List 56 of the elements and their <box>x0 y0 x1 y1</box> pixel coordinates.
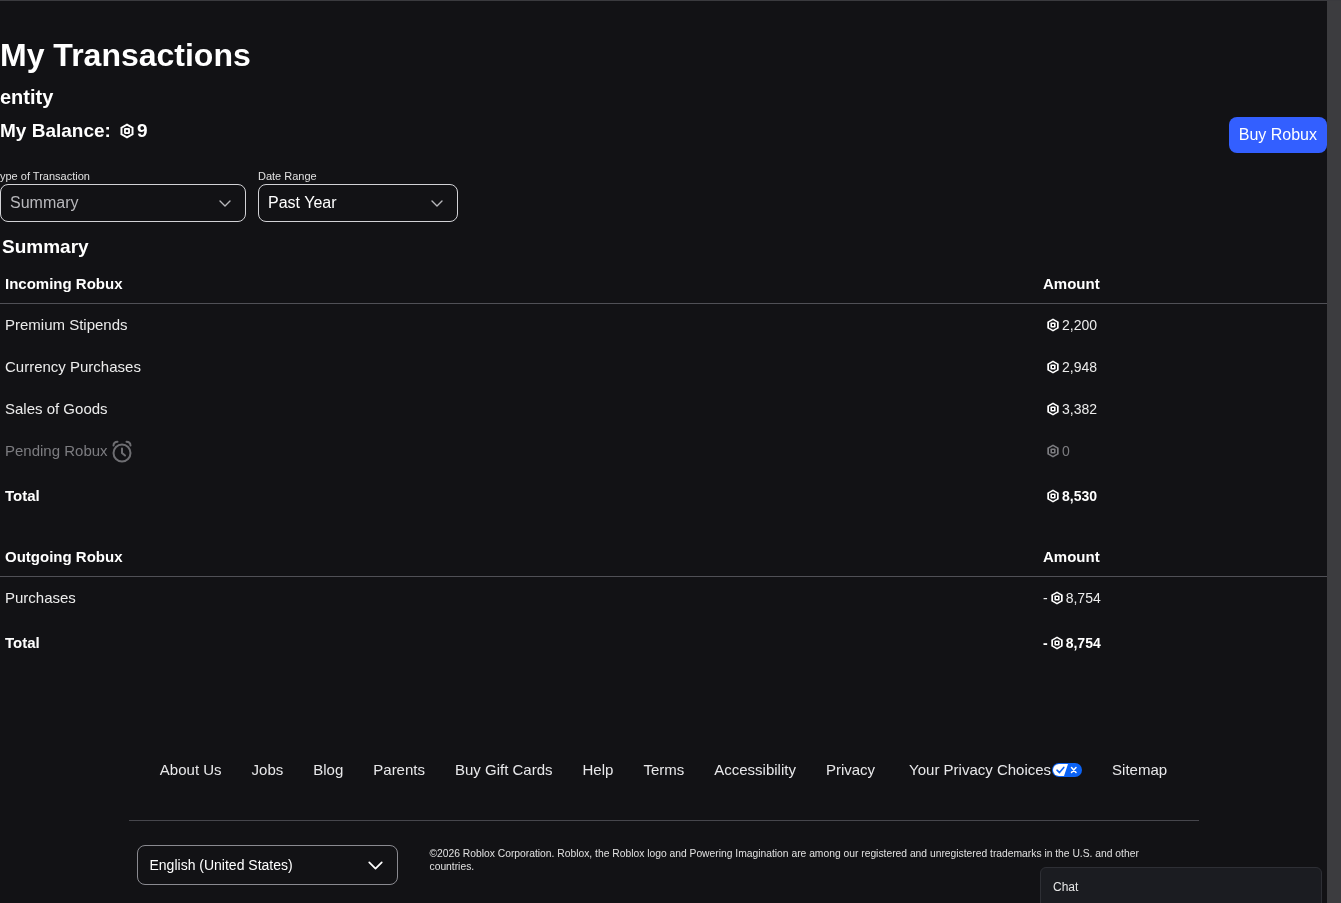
amount-value: 3,382 <box>1062 399 1098 419</box>
field-label: ype of Transaction <box>0 169 91 183</box>
scrollbar[interactable] <box>1327 1 1341 903</box>
hexagon-coin-icon <box>1046 489 1060 503</box>
footer-link[interactable]: Terms <box>643 758 685 782</box>
balance-amount: 9 <box>136 119 148 143</box>
footer-link[interactable]: Buy Gift Cards <box>455 758 553 782</box>
column-header: Outgoing Robux <box>5 548 123 566</box>
footer-link[interactable]: Help <box>582 758 614 782</box>
hexagon-coin-icon <box>1046 318 1060 332</box>
amount-value: 8,754 <box>1065 588 1101 608</box>
chevron-icon <box>367 860 383 870</box>
language-dropdown[interactable]: English (United States) <box>136 845 398 885</box>
column-header: Amount <box>1043 548 1100 566</box>
footer-link[interactable]: About Us <box>159 758 222 782</box>
total-amount: 8,530 <box>1062 486 1098 506</box>
total-label: Total <box>5 632 40 653</box>
page-title: My Transactions <box>0 36 252 75</box>
hexagon-coin-icon <box>1049 591 1064 605</box>
amount-sign: - <box>1043 633 1048 653</box>
column-header: Incoming Robux <box>5 275 123 293</box>
balance-label: My Balance: <box>0 119 111 143</box>
amount-sign: - <box>1043 588 1048 608</box>
hexagon-coin-icon <box>1046 402 1060 416</box>
chevron-icon <box>219 199 231 207</box>
chat-bar[interactable]: Chat <box>1040 867 1322 903</box>
hexagon-coin-icon <box>1049 636 1064 650</box>
footer-link[interactable]: Parents <box>373 758 425 782</box>
footer-link[interactable]: Privacy <box>825 758 876 782</box>
hexagon-coin-icon <box>1046 444 1060 458</box>
row-label: Pending Robux <box>5 440 108 461</box>
alarm-clock-icon <box>110 439 133 463</box>
hexagon-coin-icon <box>118 123 135 139</box>
row-label: Sales of Goods <box>5 398 108 419</box>
section-heading: entity <box>0 85 55 109</box>
row-label: Premium Stipends <box>5 314 128 335</box>
footer-link[interactable]: Your Privacy Choices <box>909 758 1083 782</box>
amount-value: 2,948 <box>1062 357 1098 377</box>
total-label: Total <box>5 485 40 506</box>
amount-value: 0 <box>1062 441 1070 461</box>
buy-robux-button[interactable]: Buy Robux <box>1228 117 1327 153</box>
row-label: Purchases <box>5 587 76 608</box>
amount-value: 2,200 <box>1062 315 1098 335</box>
field-label: Date Range <box>258 169 318 183</box>
dropdown[interactable]: Past Year <box>258 184 458 222</box>
footer-link[interactable]: Accessibility <box>714 758 796 782</box>
footer-link[interactable]: Jobs <box>251 758 284 782</box>
footer-link[interactable]: Blog <box>313 758 344 782</box>
total-amount: 8,754 <box>1065 633 1101 653</box>
row-label: Currency Purchases <box>5 356 141 377</box>
hexagon-coin-icon <box>1046 360 1060 374</box>
section-title: Summary <box>1 235 90 259</box>
toggle-icon <box>1052 763 1083 777</box>
chevron-icon <box>431 199 443 207</box>
column-header: Amount <box>1043 275 1100 293</box>
footer-link[interactable]: Sitemap <box>1112 758 1168 782</box>
